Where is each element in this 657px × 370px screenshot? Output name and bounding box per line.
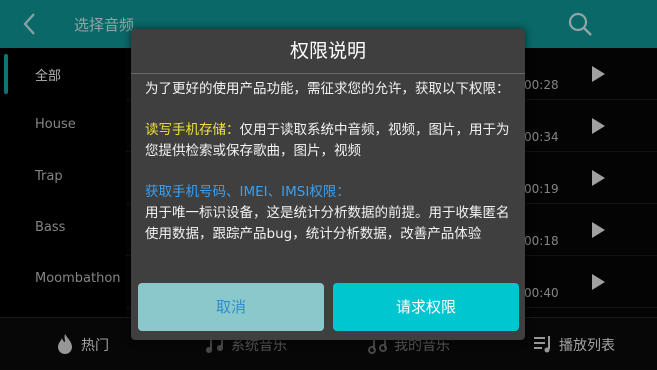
storage-permission: 读写手机存储：仅用于读取系统中音频，视频，图片，用于为您提供检索或保存歌曲，图片… [145,120,511,162]
dialog-title: 权限说明 [289,40,366,62]
permission-dialog: 权限说明 为了更好的使用产品功能，需征求您的允许，获取以下权限： 读写手机存储：… [131,29,525,340]
storage-permission-title: 读写手机存储： [145,122,240,138]
cancel-button[interactable]: 取消 [138,283,324,331]
dialog-body[interactable]: 为了更好的使用产品功能，需征求您的允许，获取以下权限： 读写手机存储：仅用于读取… [145,79,511,287]
phone-permission: 获取手机号码、IMEI、IMSI权限： 用于唯一标识设备，这是统计分析数据的前提。… [145,182,511,245]
request-permission-button[interactable]: 请求权限 [333,283,519,331]
dialog-intro: 为了更好的使用产品功能，需征求您的允许，获取以下权限： [145,81,510,97]
phone-permission-title: 获取手机号码、IMEI、IMSI权限： [145,184,350,200]
phone-permission-text: 用于唯一标识设备，这是统计分析数据的前提。用于收集匿名使用数据，跟踪产品bug，… [145,205,510,242]
divider [131,73,525,74]
